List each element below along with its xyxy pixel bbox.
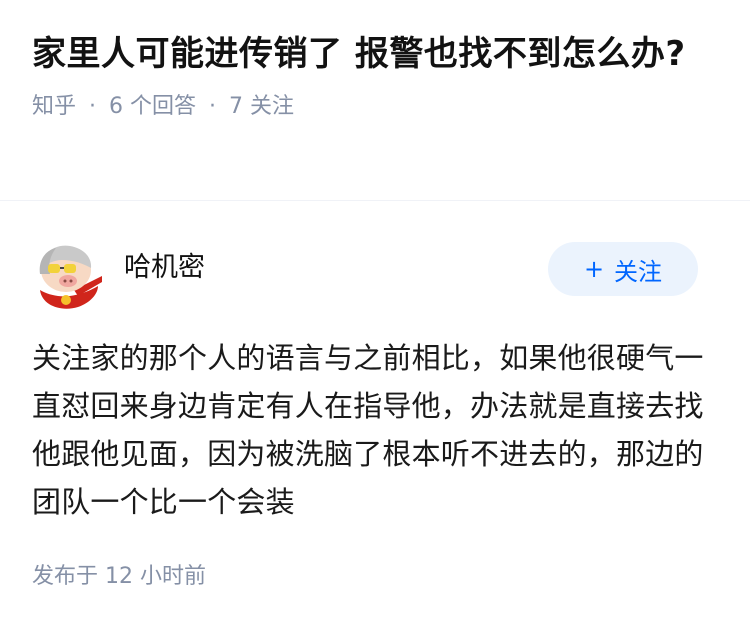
source-label[interactable]: 知乎	[32, 92, 76, 122]
follow-label: 关注	[614, 257, 663, 286]
author-name[interactable]: 哈机密	[124, 250, 205, 286]
author-row: 哈机密 + 关注	[32, 232, 718, 312]
plus-icon: +	[583, 255, 605, 283]
section-divider	[0, 200, 750, 201]
question-header: 家里人可能进传销了 报警也找不到怎么办? 知乎 · 6 个回答 · 7 关注	[32, 30, 722, 122]
question-title[interactable]: 家里人可能进传销了 报警也找不到怎么办?	[32, 30, 722, 79]
meta-separator-icon: ·	[209, 94, 217, 119]
meta-separator-icon: ·	[89, 94, 97, 119]
follow-button[interactable]: + 关注	[548, 242, 698, 296]
follower-count[interactable]: 7 关注	[229, 92, 294, 122]
answer-content[interactable]: 关注家的那个人的语言与之前相比，如果他很硬气一直怼回来身边肯定有人在指导他，办法…	[32, 334, 708, 526]
answer-card: 哈机密 + 关注 关注家的那个人的语言与之前相比，如果他很硬气一直怼回来身边肯定…	[32, 232, 718, 526]
publish-time: 发布于 12 小时前	[32, 564, 206, 589]
question-meta: 知乎 · 6 个回答 · 7 关注	[32, 92, 722, 122]
answer-count[interactable]: 6 个回答	[109, 92, 196, 122]
avatar[interactable]	[32, 240, 104, 312]
